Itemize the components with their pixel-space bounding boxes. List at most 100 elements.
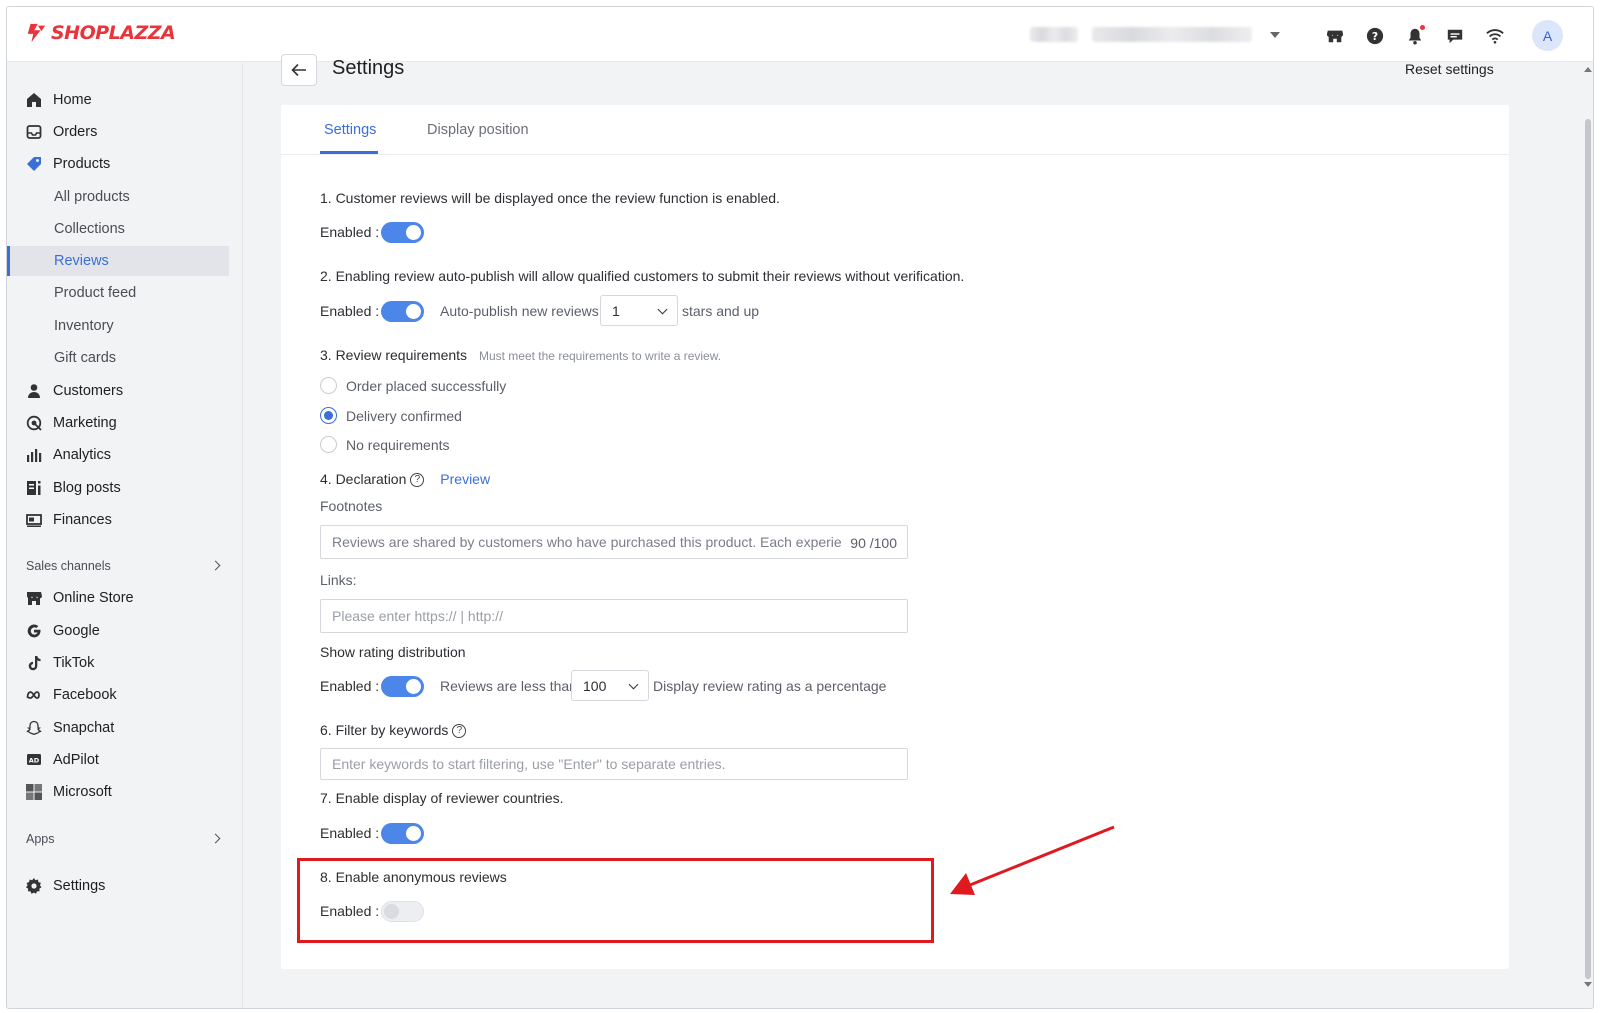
user-avatar[interactable]: A (1532, 20, 1563, 51)
sidebar-item-label: Settings (53, 878, 106, 894)
sidebar-item-online-store[interactable]: Online Store (7, 583, 229, 613)
footnotes-input[interactable]: Reviews are shared by customers who have… (320, 525, 908, 559)
radio-label: Order placed successfully (346, 378, 507, 394)
apps-label: Apps (26, 832, 55, 846)
adpilot-icon: AD (25, 752, 42, 769)
chevron-right-icon[interactable] (210, 833, 221, 844)
reviewer-countries-toggle[interactable] (381, 823, 424, 844)
chat-icon[interactable] (1445, 26, 1465, 46)
sidebar-item-home[interactable]: Home (7, 85, 229, 115)
sidebar-item-finances[interactable]: Finances (7, 505, 229, 535)
sidebar-item-label: Products (53, 156, 111, 172)
keywords-input[interactable]: Enter keywords to start filtering, use "… (320, 748, 908, 780)
sidebar-subitem-all-products[interactable]: All products (7, 182, 229, 212)
setting-3-hint: Must meet the requirements to write a re… (478, 349, 722, 363)
target-icon (25, 415, 42, 432)
store-icon[interactable] (1325, 26, 1345, 46)
scroll-up-icon[interactable] (1584, 67, 1592, 72)
setting-3-label: 3. Review requirements (320, 347, 468, 363)
radio-delivery-confirmed[interactable] (320, 407, 337, 424)
store-selector[interactable] (1030, 27, 1280, 42)
review-count-value: 100 (583, 677, 607, 694)
keywords-placeholder: Enter keywords to start filtering, use "… (332, 756, 726, 772)
sidebar-item-facebook[interactable]: Facebook (7, 680, 229, 710)
rating-distribution-toggle[interactable] (381, 676, 424, 697)
sidebar-item-adpilot[interactable]: AD AdPilot (7, 745, 229, 775)
enabled-label: Enabled : (320, 303, 380, 319)
sidebar-subitem-inventory[interactable]: Inventory (7, 311, 229, 341)
arrow-left-icon (291, 63, 306, 77)
scrollbar-thumb[interactable] (1585, 119, 1591, 979)
review-count-select[interactable]: 100 (571, 670, 649, 701)
links-input[interactable]: Please enter https:// | http:// (320, 599, 908, 633)
stars-select-value: 1 (612, 302, 620, 319)
sidebar-item-label: Google (53, 623, 100, 639)
sidebar-subitem-reviews[interactable]: Reviews (7, 246, 229, 276)
sidebar-item-label: Marketing (53, 415, 117, 431)
stars-select[interactable]: 1 (600, 295, 678, 326)
store-domain-redacted (1092, 27, 1252, 42)
sidebar-item-settings[interactable]: Settings (7, 871, 229, 901)
wifi-icon[interactable] (1485, 26, 1505, 46)
svg-text:?: ? (1372, 30, 1378, 43)
inbox-icon (25, 124, 42, 141)
shoplazza-logo[interactable]: SHOPLAZZA (25, 22, 176, 44)
auto-publish-toggle[interactable] (381, 301, 424, 322)
sidebar-item-label: Analytics (53, 447, 112, 463)
sidebar-item-marketing[interactable]: Marketing (7, 408, 229, 438)
radio-order-placed[interactable] (320, 377, 337, 394)
sidebar-subitem-collections[interactable]: Collections (7, 214, 229, 244)
sidebar-item-google[interactable]: Google (7, 616, 229, 646)
sidebar-item-snapchat[interactable]: Snapchat (7, 713, 229, 743)
scroll-down-icon[interactable] (1584, 982, 1592, 987)
active-tab-indicator (320, 151, 378, 154)
chevron-right-icon[interactable] (210, 560, 221, 571)
sales-channels-label: Sales channels (26, 559, 111, 573)
notification-dot (1420, 25, 1425, 30)
setting-7-description: 7. Enable display of reviewer countries. (320, 790, 564, 806)
top-bar: SHOPLAZZA ? A (7, 7, 1593, 62)
chevron-down-icon (1270, 31, 1280, 38)
sidebar-item-label: Home (53, 92, 92, 108)
help-circle-icon[interactable]: ? (410, 473, 425, 488)
help-circle-icon[interactable]: ? (452, 724, 467, 739)
blog-icon (25, 480, 42, 497)
sidebar-item-orders[interactable]: Orders (7, 117, 229, 147)
sidebar-subitem-product-feed[interactable]: Product feed (7, 278, 229, 308)
setting-6-label: 6. Filter by keywords (320, 722, 449, 738)
setting-6-title: 6. Filter by keywords? (320, 722, 467, 739)
sidebar-item-label: Facebook (53, 687, 117, 703)
sidebar-subitem-gift-cards[interactable]: Gift cards (7, 343, 229, 373)
snapchat-icon (25, 720, 42, 737)
setting-3-title: 3. Review requirements Must meet the req… (320, 347, 721, 363)
gear-icon (25, 878, 42, 895)
links-placeholder: Please enter https:// | http:// (332, 608, 503, 624)
radio-label: No requirements (346, 437, 450, 453)
sidebar-item-analytics[interactable]: Analytics (7, 440, 229, 470)
back-button[interactable] (281, 54, 317, 86)
auto-publish-label: Auto-publish new reviews (440, 303, 599, 319)
sidebar-item-customers[interactable]: Customers (7, 376, 229, 406)
help-icon[interactable]: ? (1365, 26, 1385, 46)
tiktok-icon (25, 655, 42, 672)
links-label: Links: (320, 572, 357, 588)
review-function-toggle[interactable] (381, 222, 424, 243)
sidebar-item-tiktok[interactable]: TikTok (7, 648, 229, 678)
radio-no-requirements[interactable] (320, 436, 337, 453)
setting-2-description: 2. Enabling review auto-publish will all… (320, 268, 965, 284)
tab-display-position[interactable]: Display position (427, 122, 529, 138)
setting-1-description: 1. Customer reviews will be displayed on… (320, 190, 780, 206)
app-window: SHOPLAZZA ? A Home Orders Products All p… (6, 6, 1594, 1009)
enabled-label: Enabled : (320, 825, 380, 841)
bell-icon[interactable] (1405, 25, 1425, 46)
sidebar-item-label: Microsoft (53, 784, 112, 800)
reset-settings-button[interactable]: Reset settings (1405, 61, 1494, 77)
sidebar-item-blog-posts[interactable]: Blog posts (7, 473, 229, 503)
sidebar-item-microsoft[interactable]: Microsoft (7, 777, 229, 807)
tag-icon (25, 156, 42, 173)
page-title: Settings (332, 57, 405, 79)
preview-link[interactable]: Preview (440, 471, 490, 487)
sidebar-item-products[interactable]: Products (7, 149, 229, 179)
tab-settings[interactable]: Settings (324, 122, 376, 138)
sidebar-item-label: Customers (53, 383, 124, 399)
